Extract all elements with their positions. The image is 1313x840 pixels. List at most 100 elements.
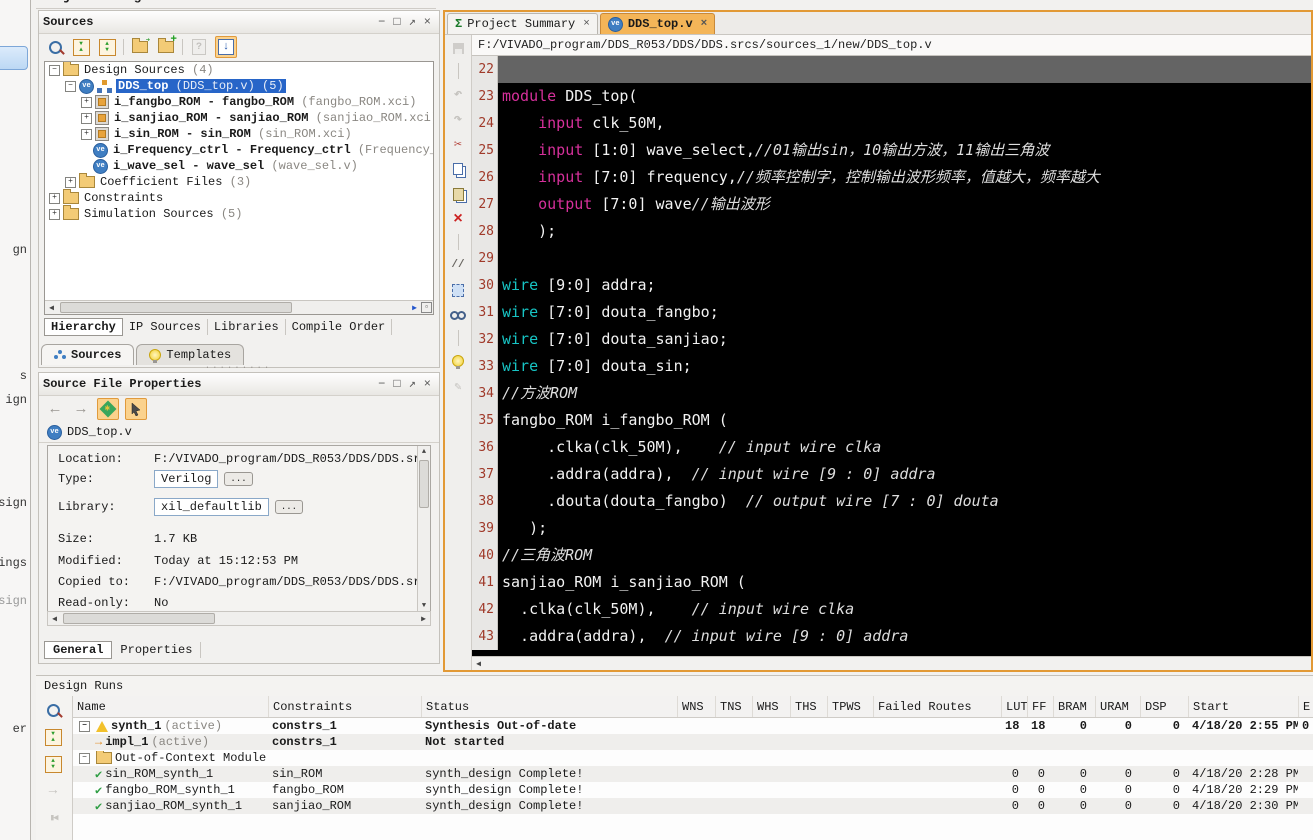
column-header-tpws[interactable]: TPWS	[827, 696, 873, 717]
tab-templates[interactable]: Templates	[136, 344, 244, 365]
code-text[interactable]: );	[498, 218, 1311, 245]
close-icon[interactable]: ×	[583, 18, 590, 30]
code-text[interactable]: .addra(addra), // input wire [9 : 0] add…	[498, 623, 1311, 650]
code-text[interactable]: input clk_50M,	[498, 110, 1311, 137]
code-line-31[interactable]: 31wire [7:0] douta_fangbo;	[472, 299, 1311, 326]
column-header-bram[interactable]: BRAM	[1053, 696, 1095, 717]
code-text[interactable]: sanjiao_ROM i_sanjiao_ROM (	[498, 569, 1311, 596]
flow-navigator-button[interactable]	[0, 46, 28, 70]
column-header-dsp[interactable]: DSP	[1140, 696, 1188, 717]
editor-hscrollbar[interactable]: ◀	[472, 656, 1311, 670]
tab-general[interactable]: General	[44, 641, 112, 659]
code-line-34[interactable]: 34//方波ROM	[472, 380, 1311, 407]
code-text[interactable]: wire [7:0] douta_sanjiao;	[498, 326, 1311, 353]
sources-tree[interactable]: −Design Sources (4)−veDDS_top (DDS_top.v…	[44, 61, 434, 315]
properties-vscrollbar[interactable]: ▲ ▼	[417, 446, 430, 612]
column-header-tns[interactable]: TNS	[715, 696, 752, 717]
search-icon[interactable]	[45, 37, 65, 57]
tree-item[interactable]: vei_wave_sel - wave_sel (wave_sel.v)	[45, 158, 433, 174]
collapse-expander-icon[interactable]: −	[65, 81, 76, 92]
code-line-24[interactable]: 24 input clk_50M,	[472, 110, 1311, 137]
add-sources-icon[interactable]: +	[156, 37, 176, 57]
tree-item[interactable]: +i_sanjiao_ROM - sanjiao_ROM (sanjiao_RO…	[45, 110, 433, 126]
scroll-up-arrow-icon[interactable]: ▲	[418, 446, 430, 458]
expand-all-icon[interactable]: ▲▼	[97, 37, 117, 57]
open-file-icon[interactable]	[130, 37, 150, 57]
scrollbar-thumb[interactable]	[60, 302, 292, 313]
code-line-30[interactable]: 30wire [9:0] addra;	[472, 272, 1311, 299]
column-header-failed-routes[interactable]: Failed Routes	[873, 696, 1001, 717]
code-line-27[interactable]: 27 output [7:0] wave//输出波形	[472, 191, 1311, 218]
column-header-whs[interactable]: WHS	[752, 696, 790, 717]
float-icon[interactable]: ↗	[409, 378, 416, 390]
close-icon[interactable]: ×	[424, 378, 431, 390]
redo-icon[interactable]: ↷	[448, 109, 468, 129]
editor-tab-dds-top-v[interactable]: veDDS_top.v×	[600, 13, 715, 34]
delete-icon[interactable]: ×	[448, 209, 468, 229]
scroll-to-selected-icon[interactable]: ↓	[215, 36, 237, 58]
browse-button[interactable]: ...	[224, 472, 252, 486]
maximize-icon[interactable]: □	[393, 378, 400, 390]
collapse-all-icon[interactable]: ▼▲	[43, 727, 63, 747]
scroll-right-arrow-icon[interactable]: ▶	[417, 614, 430, 624]
scroll-left-arrow-icon[interactable]: ◀	[45, 303, 58, 313]
templates-icon[interactable]: ✎	[448, 376, 468, 396]
code-text[interactable]: .clka(clk_50M), // input wire clka	[498, 434, 1311, 461]
copy-icon[interactable]	[448, 159, 468, 179]
code-line-26[interactable]: 26 input [7:0] frequency,//频率控制字，控制输出波形频…	[472, 164, 1311, 191]
tab-ip-sources[interactable]: IP Sources	[123, 319, 208, 335]
close-icon[interactable]: ×	[701, 18, 708, 30]
tab-compile-order[interactable]: Compile Order	[286, 319, 393, 335]
scroll-right-arrow-icon[interactable]: ▶	[408, 303, 421, 313]
column-header-name[interactable]: Name	[73, 696, 268, 717]
code-line-36[interactable]: 36 .clka(clk_50M), // input wire clka	[472, 434, 1311, 461]
code-text[interactable]: );	[498, 515, 1311, 542]
code-text[interactable]: module DDS_top(	[498, 83, 1311, 110]
design-run-row[interactable]: −synth_1 (active)constrs_1Synthesis Out-…	[73, 718, 1313, 734]
code-line-41[interactable]: 41sanjiao_ROM i_sanjiao_ROM (	[472, 569, 1311, 596]
code-line-22[interactable]: 22	[472, 56, 1311, 83]
panel-corner-icon[interactable]: ▫	[421, 302, 432, 313]
expand-expander-icon[interactable]: +	[81, 129, 92, 140]
column-select-icon[interactable]	[448, 280, 468, 300]
code-line-28[interactable]: 28 );	[472, 218, 1311, 245]
language-templates-icon[interactable]	[448, 351, 468, 371]
collapse-all-icon[interactable]: ▼▲	[71, 37, 91, 57]
sources-tree-hscrollbar[interactable]: ◀ ▶ ▫	[45, 300, 433, 314]
search-icon[interactable]	[43, 700, 63, 720]
column-header-start[interactable]: Start	[1188, 696, 1298, 717]
design-run-row[interactable]: −Out-of-Context Module Runs	[73, 750, 1313, 766]
code-line-23[interactable]: 23module DDS_top(	[472, 83, 1311, 110]
column-header-e[interactable]: E	[1298, 696, 1313, 717]
reset-run-icon[interactable]: ▮◀	[43, 808, 63, 828]
properties-hscrollbar[interactable]: ◀ ▶	[47, 611, 431, 626]
code-text[interactable]: //方波ROM	[498, 380, 1311, 407]
expand-expander-icon[interactable]: +	[81, 97, 92, 108]
run-icon[interactable]: →	[43, 781, 63, 801]
collapse-expander-icon[interactable]: −	[79, 753, 90, 764]
code-line-29[interactable]: 29	[472, 245, 1311, 272]
code-text[interactable]	[498, 245, 1311, 272]
code-text[interactable]: output [7:0] wave//输出波形	[498, 191, 1311, 218]
tree-item[interactable]: +Coefficient Files (3)	[45, 174, 433, 190]
find-in-file-icon[interactable]	[448, 305, 468, 325]
code-line-35[interactable]: 35fangbo_ROM i_fangbo_ROM (	[472, 407, 1311, 434]
scrollbar-thumb[interactable]	[419, 460, 429, 508]
close-icon[interactable]: ×	[424, 16, 431, 28]
code-text[interactable]: wire [9:0] addra;	[498, 272, 1311, 299]
expand-expander-icon[interactable]: +	[81, 113, 92, 124]
code-line-38[interactable]: 38 .douta(douta_fangbo) // output wire […	[472, 488, 1311, 515]
code-text[interactable]: wire [7:0] douta_sin;	[498, 353, 1311, 380]
tab-hierarchy[interactable]: Hierarchy	[44, 318, 123, 336]
tab-libraries[interactable]: Libraries	[208, 319, 286, 335]
expand-all-icon[interactable]: ▲▼	[43, 754, 63, 774]
cut-icon[interactable]: ✂	[448, 134, 468, 154]
browse-button[interactable]: ...	[275, 500, 303, 514]
column-header-ff[interactable]: FF	[1027, 696, 1053, 717]
column-header-wns[interactable]: WNS	[677, 696, 715, 717]
tree-item[interactable]: +i_sin_ROM - sin_ROM (sin_ROM.xci)	[45, 126, 433, 142]
code-text[interactable]: //三角波ROM	[498, 542, 1311, 569]
tab-properties[interactable]: Properties	[112, 642, 201, 658]
code-line-33[interactable]: 33wire [7:0] douta_sin;	[472, 353, 1311, 380]
code-text[interactable]: wire [7:0] douta_fangbo;	[498, 299, 1311, 326]
